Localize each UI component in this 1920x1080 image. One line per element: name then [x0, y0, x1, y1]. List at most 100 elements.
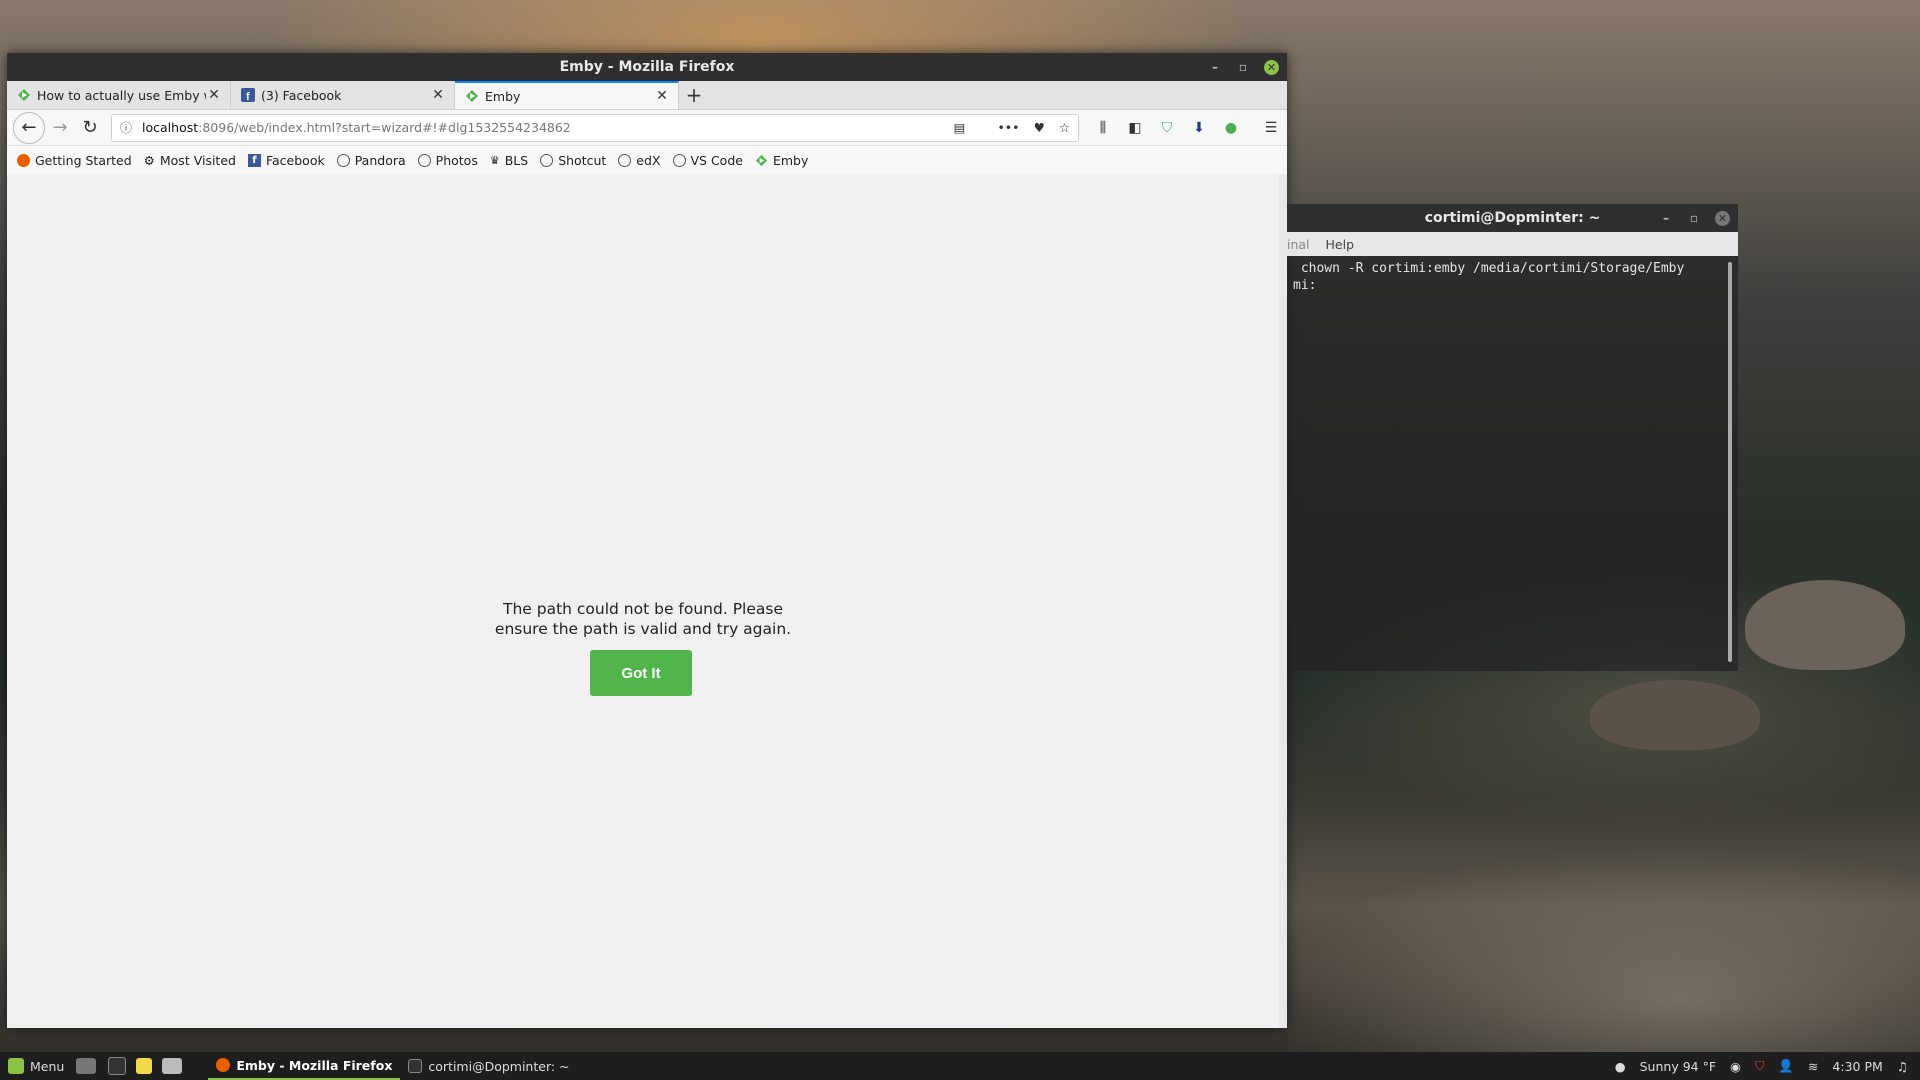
tab-close-icon[interactable]: ✕: [206, 87, 222, 103]
got-it-button[interactable]: Got It: [590, 650, 692, 696]
pocket-icon[interactable]: ♥: [1034, 120, 1045, 135]
clock[interactable]: 4:30 PM: [1832, 1059, 1882, 1074]
menu-label: Menu: [30, 1058, 65, 1074]
wifi-icon[interactable]: ≋: [1808, 1059, 1818, 1074]
minimize-icon[interactable]: –: [1208, 60, 1222, 74]
tab-facebook[interactable]: f (3) Facebook ✕: [231, 81, 455, 109]
bookmark-label: Getting Started: [35, 152, 132, 168]
terminal-menu-help[interactable]: Help: [1326, 237, 1355, 252]
bookmark-bls[interactable]: ♛ BLS: [490, 153, 528, 168]
window-title: Emby - Mozilla Firefox: [559, 59, 735, 75]
info-icon[interactable]: ⓘ: [120, 119, 132, 136]
terminal-icon: [408, 1059, 423, 1073]
url-bar[interactable]: ⓘ localhost:8096/web/index.html?start=wi…: [111, 113, 1079, 142]
shield-icon[interactable]: ⛉: [1755, 1058, 1764, 1074]
terminal-window-controls: – ▫ ✕: [1659, 204, 1730, 232]
bookmark-photos[interactable]: Photos: [417, 152, 478, 168]
bookmark-edx[interactable]: edX: [618, 152, 661, 168]
tab-close-icon[interactable]: ✕: [430, 87, 446, 103]
taskbar: Menu Emby - Mozilla Firefox cortimi@Dopm…: [0, 1052, 1920, 1080]
page-scrollbar[interactable]: [1279, 174, 1287, 1028]
terminal-menu-item[interactable]: inal: [1287, 237, 1310, 252]
task-firefox[interactable]: Emby - Mozilla Firefox: [208, 1052, 401, 1080]
forward-arrow-icon: →: [52, 117, 68, 138]
download-icon[interactable]: ⬇: [1189, 118, 1209, 138]
library-icon[interactable]: ⫼: [1093, 118, 1113, 138]
tab-emby[interactable]: Emby ✕: [455, 81, 679, 109]
back-arrow-icon: ←: [21, 117, 37, 138]
task-terminal[interactable]: cortimi@Dopminter: ~: [400, 1052, 577, 1080]
user-icon[interactable]: 👤: [1778, 1058, 1794, 1074]
hamburger-menu-icon[interactable]: ☰: [1261, 118, 1281, 138]
bookmark-pandora[interactable]: Pandora: [336, 152, 406, 168]
terminal-line: mi:: [1293, 278, 1317, 293]
forward-button[interactable]: →: [45, 113, 75, 143]
new-tab-button[interactable]: +: [679, 81, 709, 109]
bookmark-label: Pandora: [354, 152, 406, 168]
terminal-launcher-icon[interactable]: [108, 1057, 127, 1075]
extension-icon[interactable]: ●: [1221, 118, 1241, 138]
gear-icon: ⚙: [143, 152, 155, 168]
bookmark-label: edX: [636, 152, 661, 168]
bookmark-label: Facebook: [265, 152, 325, 168]
firefox-icon: [216, 1058, 231, 1072]
files-launcher-icon[interactable]: [162, 1058, 183, 1074]
minimize-icon[interactable]: –: [1659, 211, 1673, 225]
bookmark-getting-started[interactable]: Getting Started: [17, 153, 132, 168]
window-controls: – ▫ ✕: [1208, 53, 1279, 81]
bookmark-vs-code[interactable]: VS Code: [672, 153, 743, 168]
update-icon[interactable]: ◉: [1730, 1059, 1741, 1074]
firefox-window: Emby - Mozilla Firefox – ▫ ✕ How to actu…: [7, 53, 1287, 1028]
page-actions-icon[interactable]: •••: [997, 120, 1019, 135]
task-label: Emby - Mozilla Firefox: [236, 1057, 393, 1073]
emby-icon: [466, 90, 478, 102]
terminal-title: cortimi@Dopminter: ~: [1424, 210, 1601, 226]
bookmark-shotcut[interactable]: Shotcut: [540, 153, 606, 168]
sidebar-icon[interactable]: ◧: [1125, 118, 1145, 138]
shield-icon[interactable]: ⛉: [1157, 118, 1177, 138]
bookmark-label: Most Visited: [159, 152, 236, 168]
close-icon[interactable]: ✕: [1264, 59, 1279, 75]
bookmark-star-icon[interactable]: ☆: [1059, 120, 1070, 135]
back-button[interactable]: ←: [13, 111, 45, 144]
task-label: cortimi@Dopminter: ~: [428, 1058, 570, 1074]
reader-view-icon[interactable]: ▤: [954, 120, 966, 135]
firefox-titlebar: Emby - Mozilla Firefox – ▫ ✕: [7, 53, 1287, 81]
reload-button[interactable]: ↻: [75, 113, 105, 143]
menu-button[interactable]: Menu: [8, 1058, 64, 1074]
terminal-menubar: inal Help: [1287, 232, 1738, 256]
music-icon[interactable]: ♫: [1897, 1059, 1908, 1074]
globe-icon: [672, 153, 686, 167]
error-message: The path could not be found. Please ensu…: [7, 599, 1279, 639]
toolbar-icons: ⫼ ◧ ⛉ ⬇ ● ☰: [1093, 118, 1281, 138]
globe-icon: [336, 153, 350, 167]
error-message-line: The path could not be found. Please: [502, 600, 783, 618]
weather-icon: ●: [1614, 1058, 1626, 1074]
weather-text[interactable]: Sunny 94 °F: [1640, 1059, 1716, 1074]
bookmark-label: Shotcut: [558, 152, 607, 168]
globe-icon: [540, 153, 554, 167]
mint-menu-icon: [8, 1058, 24, 1074]
tab-emby-guide[interactable]: How to actually use Emby wit ✕: [7, 81, 231, 109]
bookmark-label: Photos: [435, 152, 478, 168]
bookmark-facebook[interactable]: f Facebook: [247, 152, 325, 168]
maximize-icon[interactable]: ▫: [1687, 211, 1701, 225]
bookmark-label: Emby: [772, 152, 809, 168]
terminal-window: cortimi@Dopminter: ~ – ▫ ✕ inal Help cho…: [1287, 204, 1738, 671]
notes-launcher-icon[interactable]: [136, 1058, 153, 1074]
close-icon[interactable]: ✕: [1715, 210, 1730, 226]
tab-close-icon[interactable]: ✕: [654, 88, 670, 104]
show-desktop-icon[interactable]: [76, 1058, 97, 1074]
nav-toolbar: ← → ↻ ⓘ localhost:8096/web/index.html?st…: [7, 110, 1287, 146]
bls-icon: ♛: [489, 153, 500, 167]
bookmark-emby[interactable]: Emby: [755, 153, 808, 168]
bookmark-most-visited[interactable]: ⚙ Most Visited: [144, 153, 236, 168]
terminal-scrollbar[interactable]: [1728, 262, 1732, 662]
terminal-output[interactable]: chown -R cortimi:emby /media/cortimi/Sto…: [1287, 256, 1738, 298]
page-content: The path could not be found. Please ensu…: [7, 174, 1279, 1028]
maximize-icon[interactable]: ▫: [1236, 60, 1250, 74]
tab-label: (3) Facebook: [261, 87, 342, 103]
tab-label: Emby: [485, 88, 521, 104]
reload-icon: ↻: [82, 117, 98, 138]
emby-icon: [755, 154, 768, 166]
